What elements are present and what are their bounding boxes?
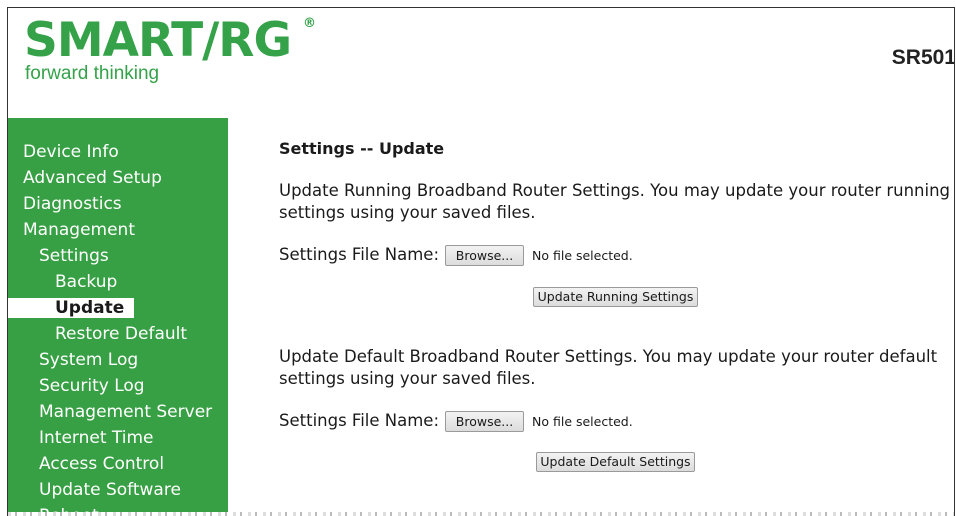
default-browse-button[interactable]: Browse... [445,411,524,432]
sidebar-item-diagnostics[interactable]: Diagnostics [23,194,122,214]
sidebar-item-backup[interactable]: Backup [55,272,117,292]
page-title: Settings -- Update [279,139,445,158]
sidebar-item-device-info[interactable]: Device Info [23,142,119,162]
default-file-status: No file selected. [532,414,633,429]
sidebar-item-internet-time[interactable]: Internet Time [39,428,154,448]
logo-text: SMART/RG [24,13,292,68]
torn-edge-decoration [8,512,954,516]
sidebar-item-restore-default[interactable]: Restore Default [55,324,187,344]
sidebar-nav: Device Info Advanced Setup Diagnostics M… [8,118,228,516]
sidebar-item-management[interactable]: Management [23,220,135,240]
sidebar-item-security-log[interactable]: Security Log [39,376,145,396]
update-running-settings-button[interactable]: Update Running Settings [533,287,698,307]
sidebar-item-access-control[interactable]: Access Control [39,454,164,474]
default-file-label: Settings File Name: [279,411,440,430]
running-browse-button[interactable]: Browse... [445,245,524,266]
running-settings-description: Update Running Broadband Router Settings… [279,181,951,222]
logo-tagline: forward thinking [25,63,160,84]
sidebar-item-system-log[interactable]: System Log [39,350,138,370]
model-name: SR501 [891,46,955,69]
running-file-status: No file selected. [532,248,633,263]
router-admin-window: SMART/RG ® forward thinking SR501 Device… [7,7,955,516]
sidebar-item-update[interactable]: Update [8,298,135,318]
sidebar-item-advanced-setup[interactable]: Advanced Setup [23,168,162,188]
sidebar-item-management-server[interactable]: Management Server [39,402,212,422]
sidebar-item-settings[interactable]: Settings [39,246,109,266]
logo-registered-mark: ® [303,16,316,31]
update-default-settings-button[interactable]: Update Default Settings [536,452,695,472]
default-settings-description: Update Default Broadband Router Settings… [279,347,938,388]
sidebar-item-update-software[interactable]: Update Software [39,480,181,500]
running-file-label: Settings File Name: [279,245,440,264]
